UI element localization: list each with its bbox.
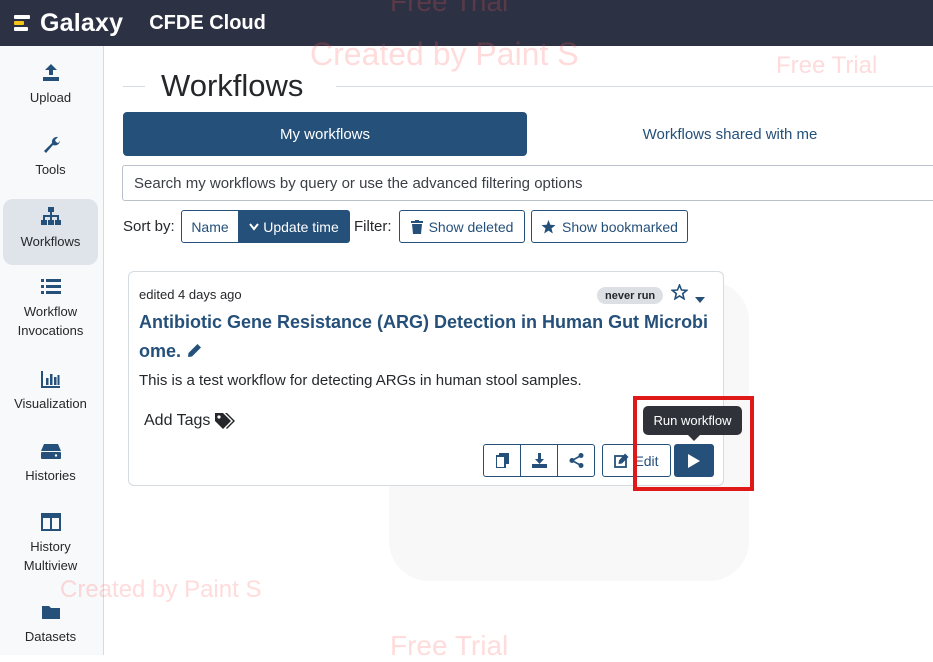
galaxy-logo-icon — [14, 14, 34, 32]
sidebar-item-tools[interactable]: Tools — [3, 134, 98, 190]
upload-icon — [42, 64, 59, 81]
tab-my-workflows[interactable]: My workflows — [123, 112, 527, 156]
brand-link[interactable]: Galaxy — [14, 9, 123, 38]
workflow-title[interactable]: Antibiotic Gene Resistance (ARG) Detecti… — [139, 308, 717, 367]
center-panel: Workflows My workflows Workflows shared … — [104, 46, 933, 655]
trash-icon — [410, 219, 423, 234]
divider — [123, 86, 145, 87]
edit-icon — [614, 453, 629, 468]
show-deleted-button[interactable]: Show deleted — [399, 210, 525, 243]
sidebar-item-label: Tools — [35, 162, 66, 177]
hdd-icon — [40, 444, 61, 459]
activity-bar: Upload Tools Workflows Workflow Invocati… — [0, 46, 104, 655]
edited-time: edited 4 days ago — [139, 287, 242, 302]
columns-icon — [40, 513, 61, 531]
workflow-description: This is a test workflow for detecting AR… — [139, 372, 582, 389]
tab-shared-with-me[interactable]: Workflows shared with me — [527, 112, 933, 156]
add-tags-label: Add Tags — [144, 412, 211, 429]
page-header: Workflows — [123, 68, 933, 104]
chart-icon — [40, 371, 60, 388]
sort-filter-bar: Sort by: Name Update time Filter: Show d… — [123, 210, 923, 243]
page-title: Workflows — [161, 68, 304, 103]
sidebar-item-workflow-invocations[interactable]: Workflow Invocations — [3, 278, 98, 346]
workflow-menu-dropdown[interactable] — [695, 290, 705, 308]
sidebar-item-label-line2: Invocations — [17, 323, 84, 338]
sidebar-item-label: Histories — [25, 468, 76, 483]
sort-update-time-button[interactable]: Update time — [238, 210, 350, 243]
sidebar-item-label: Datasets — [24, 629, 77, 644]
workflow-actions — [483, 444, 595, 477]
status-badge: never run — [597, 287, 664, 304]
star-outline-icon — [670, 282, 689, 301]
sidebar-item-label: Upload — [29, 90, 72, 105]
share-icon — [569, 453, 583, 468]
sidebar-item-upload[interactable]: Upload — [3, 62, 98, 118]
sitemap-icon — [40, 207, 61, 225]
sidebar-item-histories[interactable]: Histories — [3, 442, 98, 498]
sidebar-item-label: Visualization — [14, 396, 87, 411]
search-input[interactable]: Search my workflows by query or use the … — [122, 165, 933, 201]
sidebar-item-history-multiview[interactable]: History Multiview — [3, 513, 98, 581]
sort-name-button[interactable]: Name — [181, 210, 239, 243]
sidebar-item-visualization[interactable]: Visualization — [3, 370, 98, 426]
folder-icon — [41, 606, 60, 619]
show-bookmarked-button[interactable]: Show bookmarked — [531, 210, 688, 243]
sidebar-item-label: History — [30, 539, 71, 554]
sidebar-item-label: Workflows — [20, 234, 81, 249]
sort-label: Sort by: — [123, 218, 175, 235]
sidebar-item-label-line2: Multiview — [23, 558, 78, 573]
sort-update-time-label: Update time — [263, 218, 339, 235]
filter-label: Filter: — [354, 218, 392, 235]
show-bookmarked-label: Show bookmarked — [562, 218, 678, 235]
star-icon — [541, 219, 556, 233]
share-button[interactable] — [557, 444, 595, 477]
highlight-box — [633, 396, 754, 491]
copy-icon — [495, 453, 509, 468]
list-icon — [40, 279, 61, 294]
masthead: Galaxy CFDE Cloud — [0, 0, 933, 46]
tags-icon — [215, 413, 236, 429]
wrench-icon — [43, 136, 60, 153]
brand-name: Galaxy — [40, 8, 124, 37]
sidebar-item-datasets[interactable]: Datasets — [3, 603, 98, 653]
chevron-down-icon — [249, 222, 260, 231]
sidebar-item-workflows[interactable]: Workflows — [3, 199, 98, 265]
divider — [336, 86, 933, 87]
add-tags-button[interactable]: Add Tags — [144, 412, 236, 430]
copy-button[interactable] — [483, 444, 521, 477]
workflow-tabs: My workflows Workflows shared with me — [123, 112, 933, 156]
caret-down-icon — [695, 297, 705, 303]
bookmark-button[interactable] — [670, 282, 689, 305]
brand-subtitle[interactable]: CFDE Cloud — [149, 12, 266, 35]
download-button[interactable] — [520, 444, 558, 477]
sidebar-item-label: Workflow — [23, 304, 78, 319]
pencil-icon[interactable] — [187, 338, 202, 367]
show-deleted-label: Show deleted — [428, 218, 514, 235]
download-icon — [531, 453, 547, 468]
workflow-title-text: Antibiotic Gene Resistance (ARG) Detecti… — [139, 312, 709, 361]
